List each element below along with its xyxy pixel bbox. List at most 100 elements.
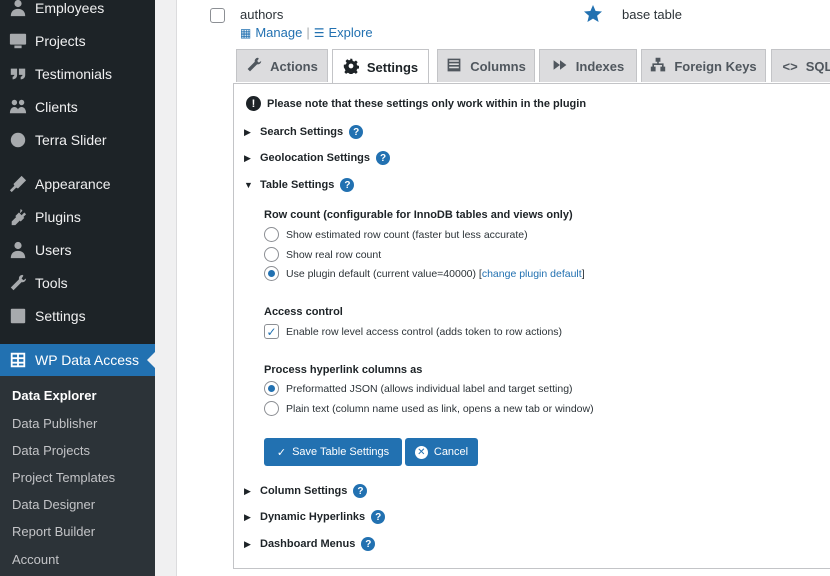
option-label: Preformatted JSON (allows individual lab… (286, 382, 573, 395)
help-icon[interactable]: ? (361, 537, 376, 551)
grid-icon: ▦ (240, 25, 252, 40)
menu-item-appearance[interactable]: Appearance (0, 168, 155, 200)
menu-item-testimonials[interactable]: Testimonials (0, 58, 155, 90)
triangle-down-icon: ▼ (244, 180, 253, 190)
section-label: Dynamic Hyperlinks (260, 511, 366, 523)
row-count-option-real[interactable]: Show real row count (264, 247, 381, 262)
help-icon[interactable]: ? (376, 151, 391, 165)
clients-icon (8, 97, 28, 117)
cancel-icon: ✕ (414, 445, 428, 459)
section-table-settings[interactable]: ▼ Table Settings ? (244, 178, 355, 192)
table-icon (8, 350, 28, 370)
settings-panel: ! Please note that these settings only w… (233, 83, 830, 569)
submenu-item-account[interactable]: Account (12, 552, 59, 567)
submenu-item-project-templates[interactable]: Project Templates (12, 470, 115, 485)
triangle-right-icon: ▶ (244, 152, 251, 163)
submenu-item-data-designer[interactable]: Data Designer (12, 497, 95, 512)
submenu-item-data-publisher[interactable]: Data Publisher (12, 416, 97, 431)
help-icon[interactable]: ? (349, 125, 364, 139)
radio-button-selected[interactable] (264, 381, 279, 396)
row-count-title: Row count (configurable for InnoDB table… (264, 209, 573, 221)
triangle-right-icon: ▶ (244, 511, 251, 522)
save-table-settings-button[interactable]: ✓ Save Table Settings (264, 438, 402, 466)
option-label: Use plugin default (current value=40000)… (286, 268, 585, 280)
exclamation-icon: ! (246, 96, 261, 111)
section-geolocation-settings[interactable]: ▶ Geolocation Settings ? (244, 151, 391, 165)
star-icon[interactable] (583, 4, 603, 24)
tab-sql[interactable]: <> SQL (771, 49, 830, 82)
section-label: Dashboard Menus (260, 538, 356, 550)
menu-item-terra-slider[interactable]: Terra Slider (0, 124, 155, 156)
checkmark-icon: ✓ (276, 446, 287, 459)
notice-text: Please note that these settings only wor… (267, 97, 587, 110)
tab-columns[interactable]: Columns (437, 49, 535, 82)
menu-item-employees[interactable]: Employees (0, 0, 155, 24)
data-explorer-panel: authors ▦ Manage | ☰ Explore base table … (176, 0, 830, 576)
tab-indexes[interactable]: Indexes (539, 49, 637, 82)
menu-label: Employees (35, 0, 105, 16)
menu-item-wp-data-access[interactable]: WP Data Access (0, 344, 155, 376)
columns-icon (446, 57, 462, 76)
row-count-option-estimated[interactable]: Show estimated row count (faster but les… (264, 227, 528, 242)
tab-actions[interactable]: Actions (236, 49, 328, 82)
radio-button[interactable] (264, 227, 279, 242)
submenu-item-data-projects[interactable]: Data Projects (12, 443, 90, 458)
row-count-option-default[interactable]: Use plugin default (current value=40000)… (264, 266, 585, 281)
menu-item-tools[interactable]: Tools (0, 267, 155, 299)
employees-icon (8, 0, 28, 18)
menu-item-settings[interactable]: Settings (0, 300, 155, 332)
menu-item-clients[interactable]: Clients (0, 91, 155, 123)
help-icon[interactable]: ? (353, 484, 368, 498)
row-actions-separator: | (306, 25, 310, 40)
option-label: Show real row count (286, 248, 382, 261)
section-dashboard-menus[interactable]: ▶ Dashboard Menus ? (244, 537, 376, 551)
code-icon: <> (782, 58, 798, 74)
radio-button[interactable] (264, 247, 279, 262)
menu-label: Plugins (35, 209, 81, 225)
section-label: Search Settings (260, 126, 344, 138)
menu-item-users[interactable]: Users (0, 234, 155, 266)
explore-link[interactable]: Explore (328, 25, 372, 40)
fast-forward-icon (552, 57, 568, 76)
hyperlink-title: Process hyperlink columns as (264, 364, 423, 376)
tab-foreign-keys[interactable]: Foreign Keys (641, 49, 766, 82)
help-icon[interactable]: ? (371, 510, 386, 524)
triangle-right-icon: ▶ (244, 485, 251, 496)
menu-item-plugins[interactable]: Plugins (0, 201, 155, 233)
help-icon[interactable]: ? (340, 178, 355, 192)
triangle-right-icon: ▶ (244, 126, 251, 137)
triangle-right-icon: ▶ (244, 538, 251, 549)
section-dynamic-hyperlinks[interactable]: ▶ Dynamic Hyperlinks ? (244, 510, 386, 524)
admin-sidebar: Employees Projects Testimonials Clients … (0, 0, 155, 576)
tab-label: Columns (470, 58, 526, 74)
option-label: Plain text (column name used as link, op… (286, 402, 594, 415)
tab-label: Settings (366, 59, 419, 75)
plugin-notice: ! Please note that these settings only w… (246, 96, 586, 111)
section-column-settings[interactable]: ▶ Column Settings ? (244, 484, 368, 498)
section-search-settings[interactable]: ▶ Search Settings ? (244, 125, 364, 139)
checkbox-checked[interactable]: ✓ (264, 324, 279, 339)
change-plugin-default-link[interactable]: change plugin default (482, 268, 582, 280)
radio-button-selected[interactable] (264, 266, 279, 281)
projects-icon (8, 31, 28, 51)
menu-item-projects[interactable]: Projects (0, 25, 155, 57)
row-select-checkbox[interactable] (210, 8, 225, 23)
hyperlink-option-plain[interactable]: Plain text (column name used as link, op… (264, 401, 594, 416)
globe-icon (8, 130, 28, 150)
row-actions: ▦ Manage | ☰ Explore (240, 25, 373, 40)
wp-data-access-submenu: Data Explorer Data Publisher Data Projec… (0, 376, 155, 576)
manage-link[interactable]: Manage (255, 25, 302, 40)
access-control-option[interactable]: ✓ Enable row level access control (adds … (264, 324, 562, 339)
access-control-title: Access control (264, 306, 343, 318)
cancel-button[interactable]: ✕ Cancel (405, 438, 478, 466)
plugins-icon (8, 207, 28, 227)
radio-button[interactable] (264, 401, 279, 416)
menu-label: Clients (35, 99, 78, 115)
submenu-item-report-builder[interactable]: Report Builder (12, 524, 95, 539)
tab-label: Foreign Keys (674, 58, 757, 74)
submenu-item-data-explorer[interactable]: Data Explorer (12, 388, 97, 403)
menu-label: Users (35, 242, 72, 258)
tab-settings[interactable]: Settings (332, 49, 429, 84)
hyperlink-option-json[interactable]: Preformatted JSON (allows individual lab… (264, 381, 573, 396)
option-label: Enable row level access control (adds to… (286, 325, 563, 338)
